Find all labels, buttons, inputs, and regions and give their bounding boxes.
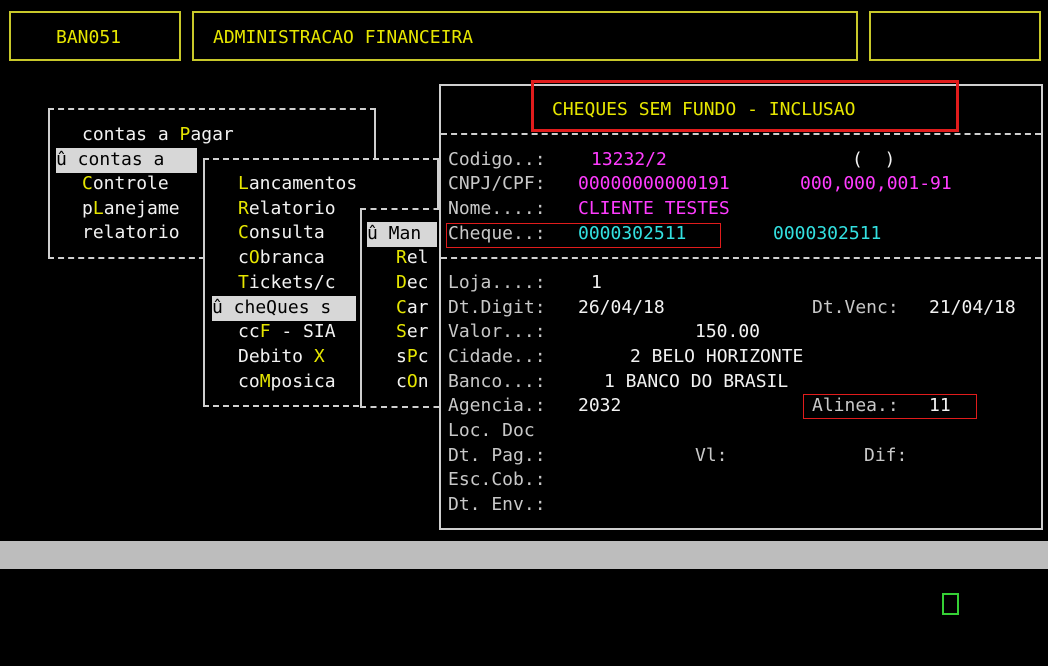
locdoc-label: Loc. Doc	[448, 420, 535, 441]
cidade-label: Cidade..:	[448, 346, 546, 367]
dif-label: Dif:	[864, 445, 908, 466]
cidade-value[interactable]: 2 BELO HORIZONTE	[630, 345, 803, 370]
loja-label: Loja....:	[448, 272, 546, 293]
system-title: ADMINISTRACAO FINANCEIRA	[213, 27, 474, 48]
program-code: BAN051	[56, 27, 122, 48]
third-item-rel[interactable]: Rel	[396, 246, 429, 271]
menu-item-controle[interactable]: Controle	[82, 172, 169, 197]
cnpj-formatted: 000,000,001-91	[800, 173, 952, 194]
codigo-paren: ( )	[852, 149, 896, 170]
form-title-divider	[441, 133, 1041, 135]
codigo-label: Codigo..:	[448, 149, 546, 170]
banco-label: Banco...:	[448, 371, 546, 392]
dtenv-label: Dt. Env.:	[448, 494, 546, 515]
codigo-value[interactable]: 13232/2	[591, 148, 667, 173]
third-item-con[interactable]: cOn	[396, 370, 429, 395]
valor-value[interactable]: 150.00	[695, 320, 760, 345]
menu-item-contas-a-receber[interactable]: û contas a	[56, 148, 197, 173]
menu-item-contas-a-pagar[interactable]: contas a Pagar	[82, 123, 234, 148]
submenu-item-composicao[interactable]: coMposica	[238, 370, 336, 395]
third-item-ser[interactable]: Ser	[396, 320, 429, 345]
submenu-item-lancamentos[interactable]: Lancamentos	[238, 172, 357, 197]
dtvenc-value[interactable]: 21/04/18	[929, 296, 1016, 321]
status-bar: Confirma? S (S/N)	[0, 541, 1048, 639]
third-item-manutencao[interactable]: û Man	[367, 222, 437, 247]
submenu-item-cheques[interactable]: û cheQues s	[212, 296, 356, 321]
dtvenc-label: Dt.Venc:	[812, 297, 899, 318]
submenu-item-debito[interactable]: Debito X	[238, 345, 325, 370]
third-item-dec[interactable]: Dec	[396, 271, 429, 296]
cnpj-label: CNPJ/CPF:	[448, 173, 546, 194]
menu-item-planejamento[interactable]: pLanejame	[82, 197, 180, 222]
submenu-item-relatorio[interactable]: Relatorio	[238, 197, 336, 222]
valor-label: Valor...:	[448, 321, 546, 342]
menu-item-relatorio[interactable]: relatorio	[82, 221, 180, 246]
form-section-divider	[441, 257, 1041, 259]
cheque-annotation-box	[446, 223, 721, 248]
header-right-box	[869, 11, 1041, 61]
dtpag-label: Dt. Pag.:	[448, 445, 546, 466]
confirm-label: Confirma?	[942, 568, 1040, 590]
confirm-prompt: Confirma? S (S/N)	[899, 543, 1040, 666]
nome-label: Nome....:	[448, 198, 546, 219]
confirm-options: (S/N)	[942, 617, 997, 639]
esccob-label: Esc.Cob.:	[448, 469, 546, 490]
submenu-item-cobranca[interactable]: cObranca	[238, 246, 325, 271]
dtdigit-label: Dt.Digit:	[448, 297, 546, 318]
submenu-item-tickets[interactable]: Tickets/c	[238, 271, 336, 296]
banco-value[interactable]: 1 BANCO DO BRASIL	[604, 370, 788, 395]
cnpj-value[interactable]: 00000000000191	[578, 172, 730, 197]
nome-value[interactable]: CLIENTE TESTES	[578, 197, 730, 222]
cheque-value-2: 0000302511	[773, 223, 882, 244]
loja-value[interactable]: 1	[591, 271, 602, 296]
title-annotation-box	[531, 80, 959, 132]
third-item-car[interactable]: Car	[396, 296, 429, 321]
dtdigit-value[interactable]: 26/04/18	[578, 296, 665, 321]
vl-label: Vl:	[695, 445, 728, 466]
alinea-annotation-box	[803, 394, 977, 419]
confirm-input[interactable]: S	[942, 593, 960, 616]
submenu-item-ccf[interactable]: ccF - SIA	[238, 320, 336, 345]
agencia-label: Agencia.:	[448, 395, 546, 416]
third-item-spc[interactable]: sPc	[396, 345, 429, 370]
submenu-item-consulta[interactable]: Consulta	[238, 221, 325, 246]
agencia-value[interactable]: 2032	[578, 394, 621, 419]
